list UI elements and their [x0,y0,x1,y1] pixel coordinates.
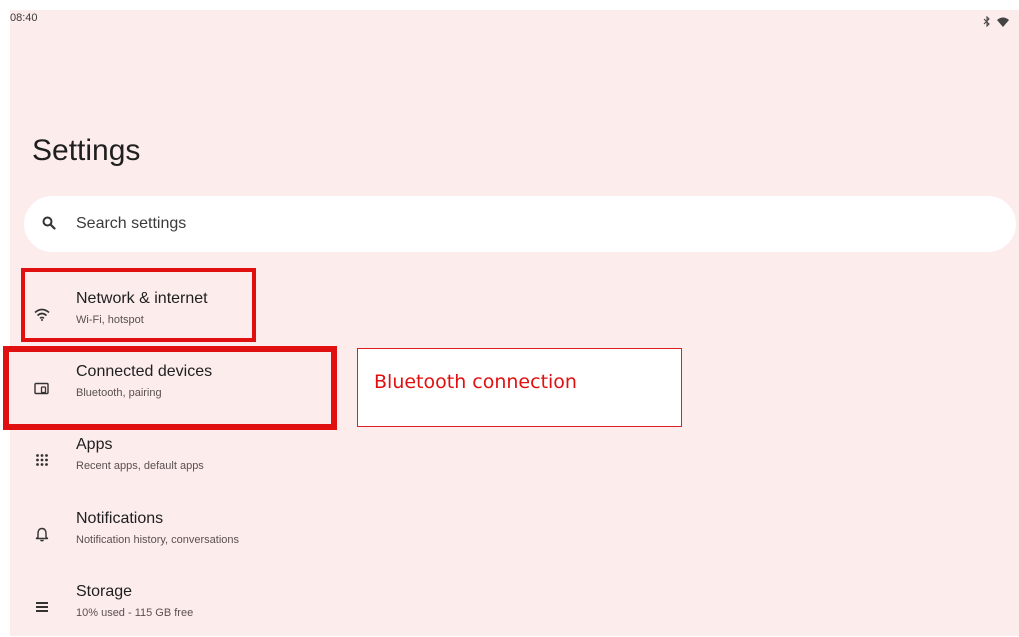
callout-text: Bluetooth connection [374,371,577,393]
apps-grid-icon [32,450,52,470]
item-title: Storage [76,583,133,600]
item-title: Apps [76,436,113,453]
wifi-icon [997,14,1009,32]
settings-item-storage[interactable]: Storage 10% used - 115 GB free [10,573,610,637]
search-input[interactable]: Search settings [76,215,186,233]
search-icon [42,216,56,235]
bell-icon [32,524,52,544]
settings-item-notifications[interactable]: Notifications Notification history, conv… [10,500,610,564]
storage-icon [32,597,52,617]
item-subtitle: Notification history, conversations [76,534,240,546]
page-title: Settings [32,134,141,167]
highlight-box-connected-devices [3,346,337,430]
annotation-callout: Bluetooth connection [357,348,682,427]
highlight-box-network [21,268,256,342]
item-subtitle: Recent apps, default apps [76,460,204,472]
search-bar[interactable]: Search settings [24,196,1016,252]
item-title: Notifications [76,510,164,527]
settings-item-apps[interactable]: Apps Recent apps, default apps [10,426,610,490]
item-subtitle: 10% used - 115 GB free [76,607,194,619]
status-time: 08:40 [10,12,38,24]
status-icons [983,14,1009,32]
bluetooth-icon [983,14,991,32]
